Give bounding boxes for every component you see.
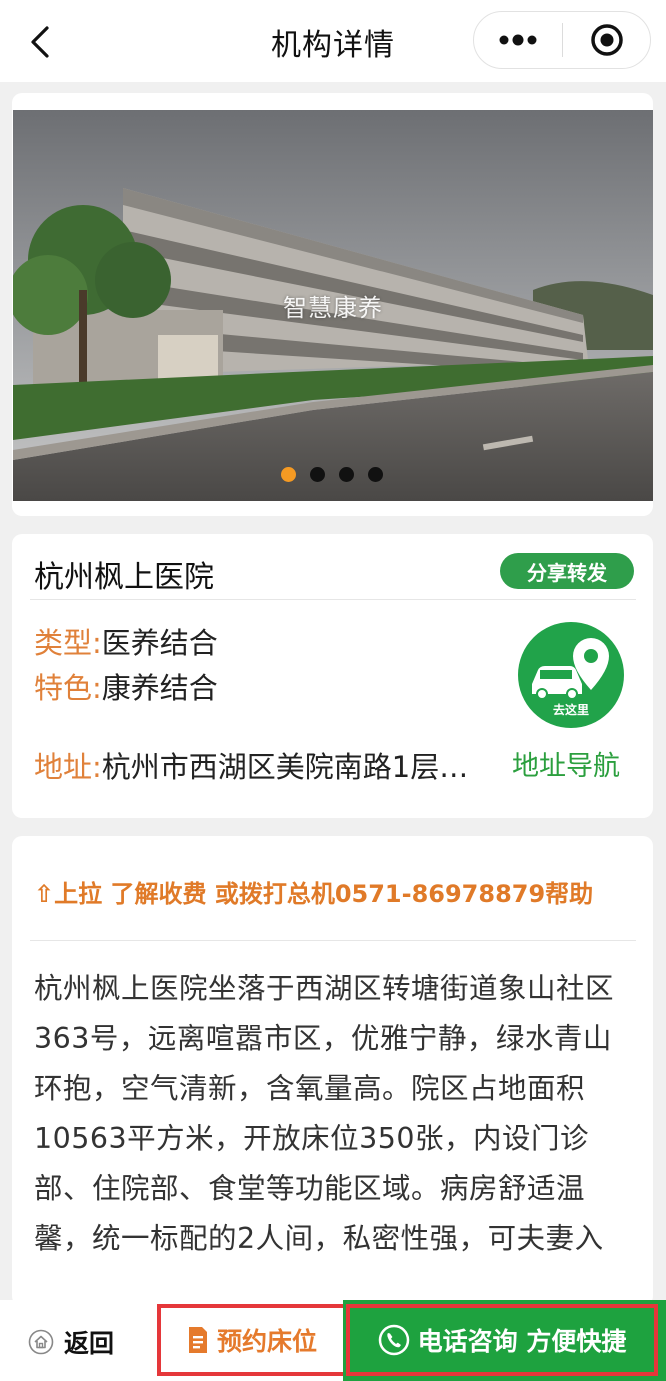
- feature-row: 特色:康养结合: [34, 665, 218, 707]
- go-here-label: 去这里: [552, 703, 589, 717]
- type-value: 医养结合: [101, 626, 218, 660]
- address-row: 地址:杭州市西湖区美院南路1层…: [34, 744, 504, 786]
- home-back-button[interactable]: 返回: [28, 1324, 114, 1360]
- carousel-dot[interactable]: [339, 467, 354, 482]
- divider: [30, 599, 636, 600]
- record-target-icon: [590, 24, 623, 56]
- phone-consult-outline: 电话咨询 方便快捷: [346, 1304, 658, 1376]
- top-nav-bar: 机构详情: [0, 0, 666, 82]
- mini-program-capsule: [473, 11, 651, 69]
- divider: [30, 940, 636, 941]
- address-label: 地址:: [34, 750, 102, 784]
- close-mini-program-button[interactable]: [563, 12, 650, 68]
- carousel-indicator: [281, 467, 383, 482]
- back-label: 返回: [64, 1329, 115, 1358]
- phone-icon: [378, 1324, 409, 1356]
- institution-name: 杭州枫上医院: [34, 560, 214, 595]
- home-icon: [28, 1329, 54, 1355]
- type-row: 类型:医养结合: [34, 620, 218, 662]
- description-card: ⇧上拉 了解收费 或拨打总机0571-86978879帮助 杭州枫上医院坐落于西…: [12, 836, 653, 1306]
- phone-consult-button[interactable]: 电话咨询 方便快捷: [343, 1300, 666, 1381]
- reserve-label: 预约床位: [216, 1327, 317, 1356]
- description-text: 杭州枫上医院坐落于西湖区转塘街道象山社区363号，远离喧嚣市区，优雅宁静，绿水青…: [34, 972, 615, 1255]
- bottom-action-bar: 返回 预约床位 电话咨询 方便快捷: [0, 1300, 666, 1381]
- more-button[interactable]: [474, 12, 562, 68]
- more-dots-icon: [499, 34, 537, 46]
- institution-info-card: 杭州枫上医院 分享转发 类型:医养结合 特色:康养结合 去这里 地址:杭州市西湖…: [12, 534, 653, 818]
- image-carousel[interactable]: 智慧康养: [13, 110, 653, 501]
- carousel-dot[interactable]: [310, 467, 325, 482]
- carousel-dot[interactable]: [368, 467, 383, 482]
- feature-label: 特色:: [34, 671, 102, 705]
- carousel-dot[interactable]: [281, 467, 296, 482]
- share-button[interactable]: 分享转发: [500, 553, 634, 589]
- phone-consult-label: 电话咨询 方便快捷: [417, 1327, 627, 1356]
- address-navigation-link[interactable]: 地址导航: [512, 744, 620, 783]
- fee-tip: ⇧上拉 了解收费 或拨打总机0571-86978879帮助: [34, 880, 594, 908]
- document-icon: [188, 1327, 207, 1353]
- address-value: 杭州市西湖区美院南路1层…: [101, 750, 469, 784]
- banner-caption: 智慧康养: [283, 294, 383, 322]
- feature-value: 康养结合: [101, 671, 218, 705]
- type-label: 类型:: [34, 626, 102, 660]
- reserve-bed-button[interactable]: 预约床位: [157, 1304, 347, 1376]
- go-here-button[interactable]: 去这里: [518, 622, 624, 728]
